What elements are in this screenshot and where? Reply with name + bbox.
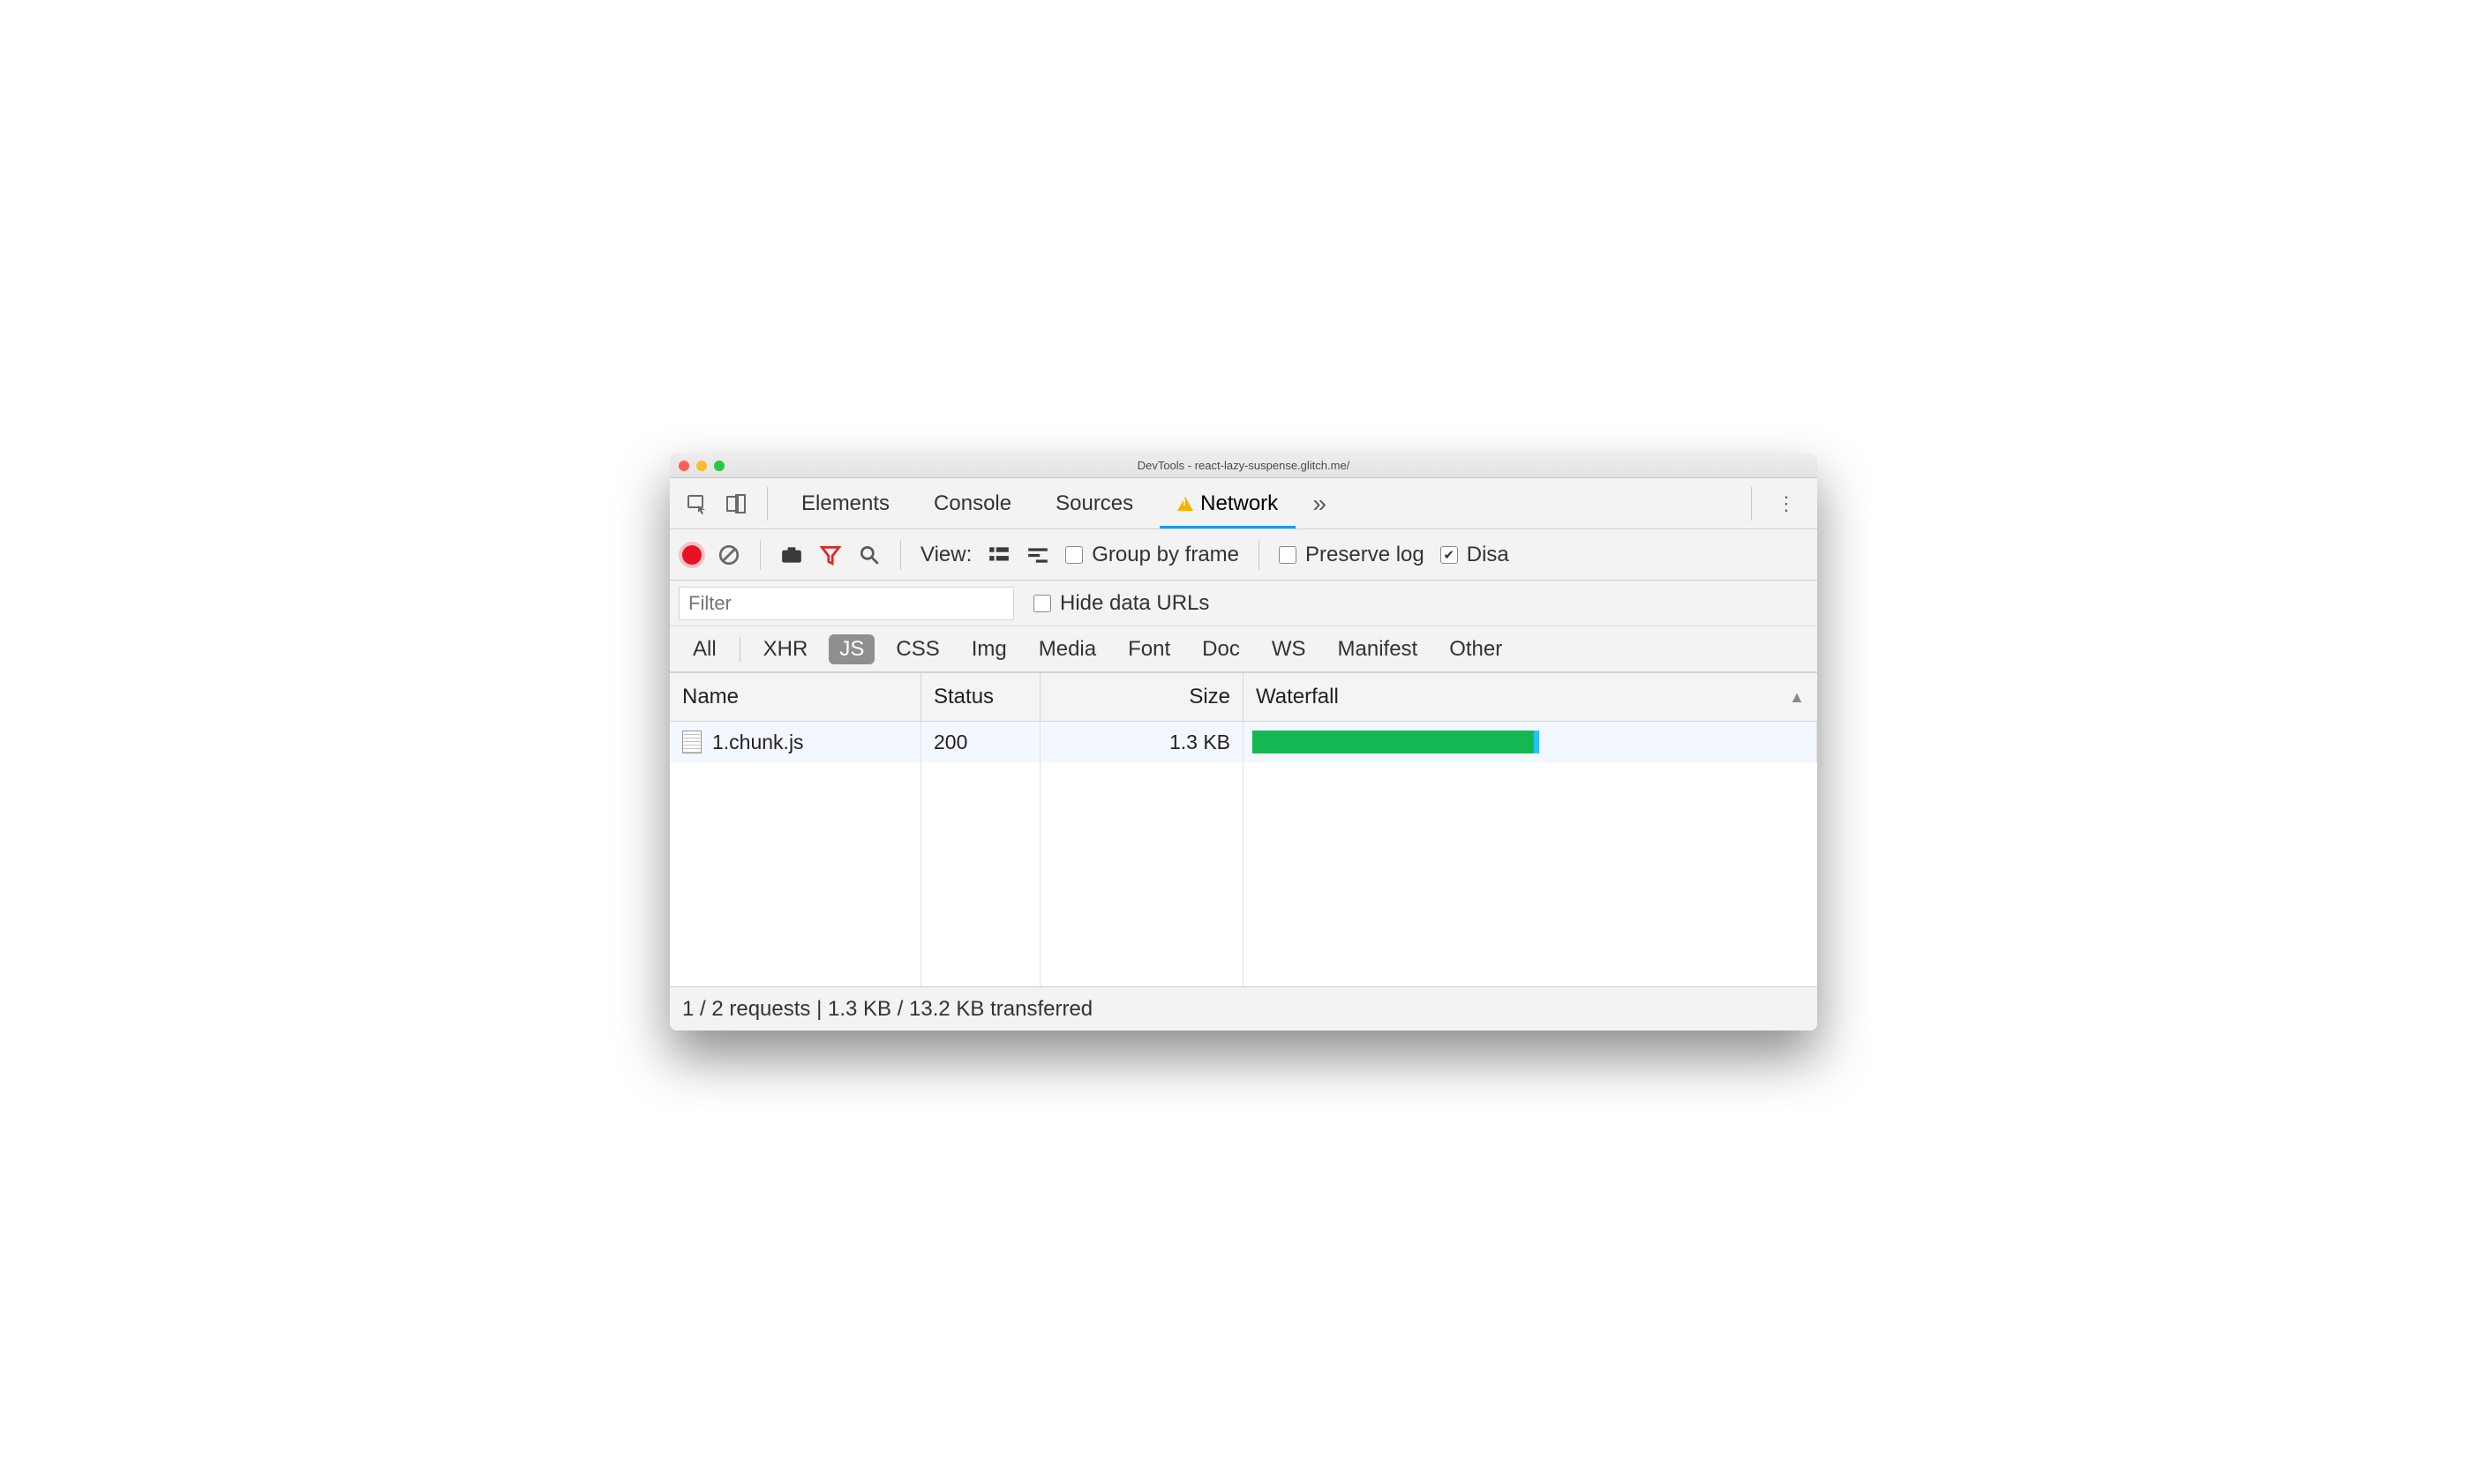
cell-waterfall <box>1244 722 1817 762</box>
filter-input[interactable] <box>679 587 1014 620</box>
window-title: DevTools - react-lazy-suspense.glitch.me… <box>670 459 1817 472</box>
cell-status: 200 <box>921 722 1041 762</box>
divider <box>767 487 768 521</box>
large-rows-icon[interactable] <box>988 543 1011 566</box>
group-by-frame-option[interactable]: Group by frame <box>1065 543 1239 567</box>
type-media[interactable]: Media <box>1028 634 1107 664</box>
column-waterfall[interactable]: Waterfall ▲ <box>1244 673 1817 721</box>
checkbox-icon[interactable] <box>1033 595 1051 612</box>
close-window-button[interactable] <box>679 461 689 471</box>
type-other[interactable]: Other <box>1439 634 1513 664</box>
record-button[interactable] <box>682 545 702 565</box>
checkbox-icon[interactable] <box>1279 546 1296 564</box>
column-waterfall-label: Waterfall <box>1256 685 1339 709</box>
more-tabs-icon[interactable]: » <box>1304 489 1334 519</box>
type-css[interactable]: CSS <box>885 634 950 664</box>
checkbox-icon[interactable] <box>1065 546 1083 564</box>
capture-screenshot-icon[interactable] <box>780 543 803 566</box>
tab-elements[interactable]: Elements <box>784 478 907 528</box>
traffic-lights <box>679 461 725 471</box>
type-filter-row: All XHR JS CSS Img Media Font Doc WS Man… <box>670 626 1817 672</box>
kebab-menu-icon[interactable]: ⋮ <box>1768 492 1805 515</box>
column-size[interactable]: Size <box>1041 673 1244 721</box>
cell-name: 1.chunk.js <box>712 731 804 754</box>
type-js[interactable]: JS <box>829 634 875 664</box>
divider <box>1751 487 1752 521</box>
table-body: 1.chunk.js 200 1.3 KB <box>670 722 1817 986</box>
tab-network-label: Network <box>1200 491 1278 516</box>
type-font[interactable]: Font <box>1117 634 1181 664</box>
column-status[interactable]: Status <box>921 673 1041 721</box>
clear-icon[interactable] <box>718 543 740 566</box>
status-bar: 1 / 2 requests | 1.3 KB / 13.2 KB transf… <box>670 986 1817 1031</box>
panel-tabs: Elements Console Sources Network » ⋮ <box>670 478 1817 529</box>
tab-sources[interactable]: Sources <box>1038 478 1151 528</box>
network-toolbar: View: Group by frame Preserve log Disa <box>670 529 1817 581</box>
overview-icon[interactable] <box>1026 543 1049 566</box>
filter-icon[interactable] <box>819 543 842 566</box>
title-bar: DevTools - react-lazy-suspense.glitch.me… <box>670 453 1817 478</box>
checkbox-checked-icon[interactable] <box>1440 546 1458 564</box>
requests-table: Name Status Size Waterfall ▲ 1.chunk.js … <box>670 672 1817 986</box>
sort-asc-icon: ▲ <box>1789 688 1805 707</box>
waterfall-bar <box>1252 731 1539 753</box>
divider <box>900 540 901 570</box>
preserve-log-option[interactable]: Preserve log <box>1279 543 1424 567</box>
type-ws[interactable]: WS <box>1261 634 1317 664</box>
devtools-window: DevTools - react-lazy-suspense.glitch.me… <box>670 453 1817 1031</box>
table-row[interactable]: 1.chunk.js 200 1.3 KB <box>670 722 1817 762</box>
type-doc[interactable]: Doc <box>1191 634 1251 664</box>
tab-console[interactable]: Console <box>916 478 1029 528</box>
divider <box>760 540 761 570</box>
preserve-log-label: Preserve log <box>1305 543 1424 567</box>
warning-icon <box>1177 497 1193 511</box>
file-icon <box>682 731 702 753</box>
tab-network[interactable]: Network <box>1160 478 1296 528</box>
group-by-frame-label: Group by frame <box>1092 543 1239 567</box>
cell-size: 1.3 KB <box>1041 722 1244 762</box>
type-manifest[interactable]: Manifest <box>1327 634 1429 664</box>
view-label: View: <box>920 543 972 567</box>
status-text: 1 / 2 requests | 1.3 KB / 13.2 KB transf… <box>682 997 1093 1022</box>
zoom-window-button[interactable] <box>714 461 725 471</box>
device-toolbar-icon[interactable] <box>721 489 751 519</box>
table-header: Name Status Size Waterfall ▲ <box>670 672 1817 722</box>
hide-data-urls-label: Hide data URLs <box>1060 591 1209 616</box>
filter-row: Hide data URLs <box>670 581 1817 626</box>
minimize-window-button[interactable] <box>696 461 707 471</box>
type-all[interactable]: All <box>682 634 727 664</box>
type-xhr[interactable]: XHR <box>753 634 819 664</box>
type-img[interactable]: Img <box>961 634 1018 664</box>
disable-cache-label: Disa <box>1467 543 1509 567</box>
disable-cache-option[interactable]: Disa <box>1440 543 1509 567</box>
inspect-element-icon[interactable] <box>682 489 712 519</box>
search-icon[interactable] <box>858 543 881 566</box>
column-name[interactable]: Name <box>670 673 921 721</box>
hide-data-urls-option[interactable]: Hide data URLs <box>1033 591 1209 616</box>
